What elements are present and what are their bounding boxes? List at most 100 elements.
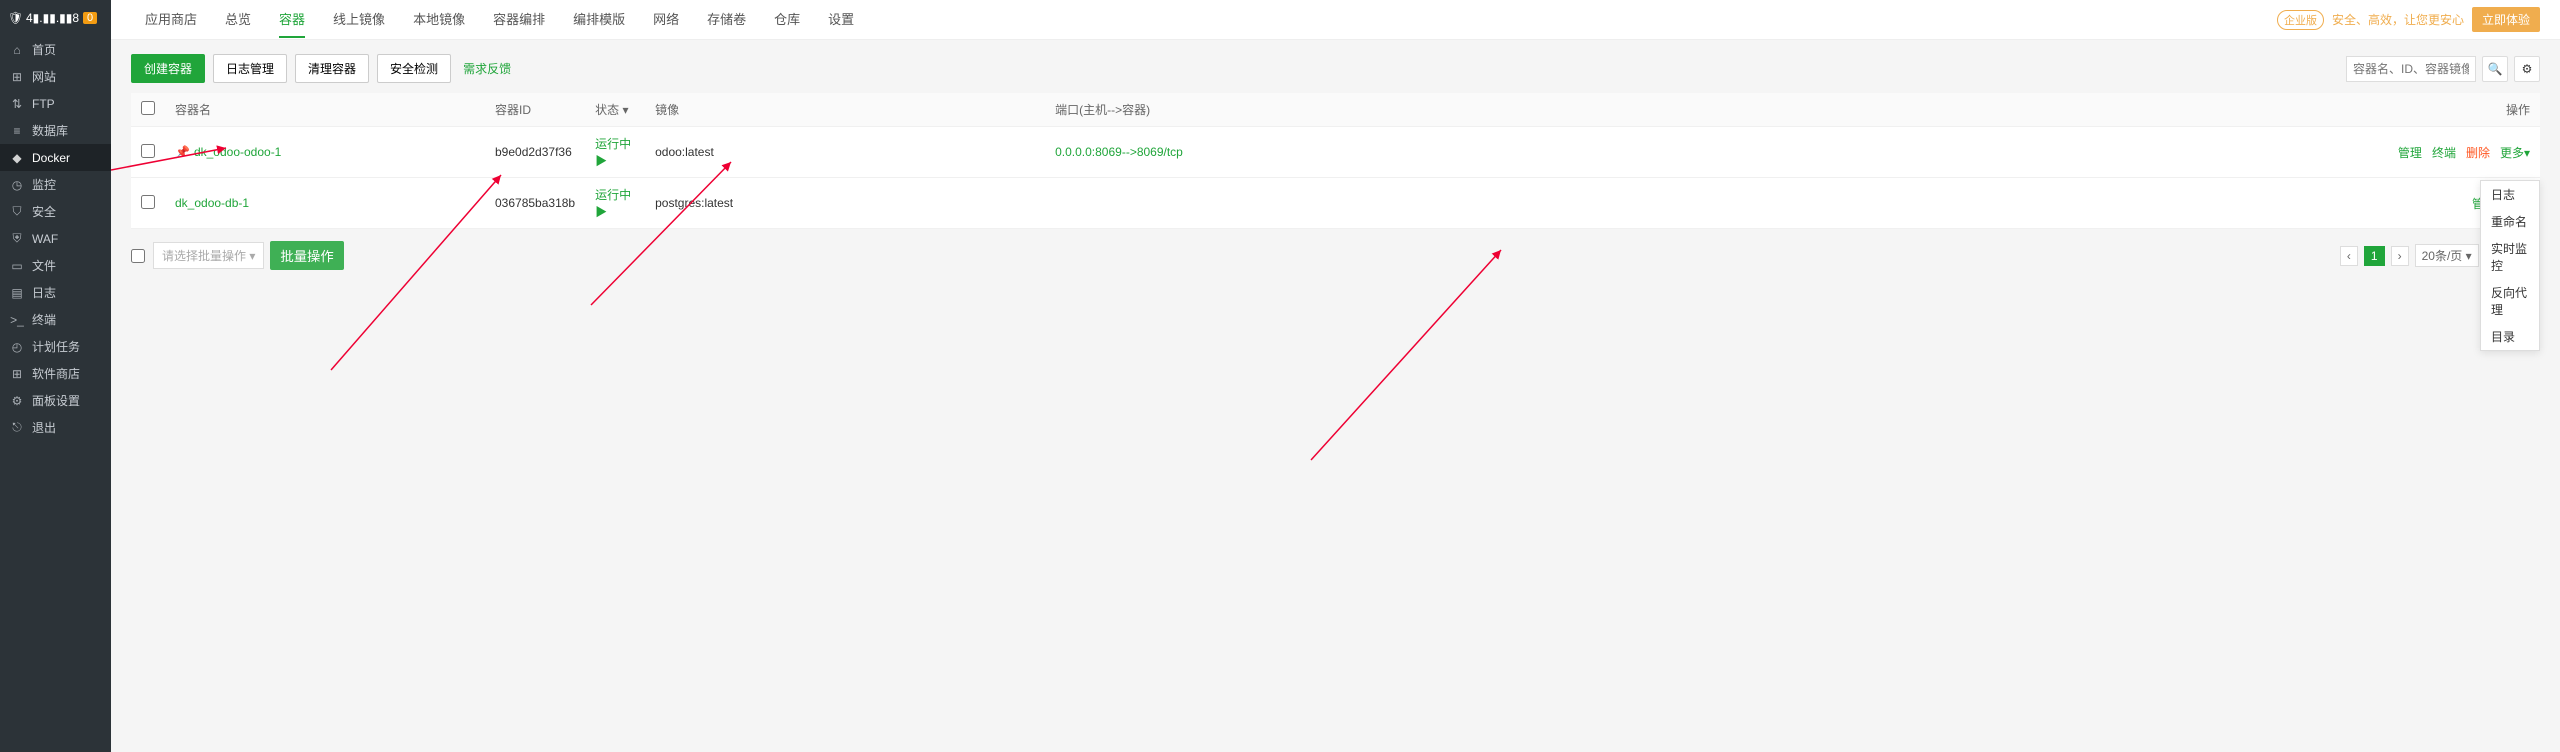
sidebar-item-7[interactable]: ⛨ WAF bbox=[0, 225, 111, 252]
sidebar-label: 首页 bbox=[32, 41, 56, 58]
dropdown-item-1[interactable]: 重命名 bbox=[2481, 208, 2539, 235]
row-checkbox[interactable] bbox=[141, 144, 155, 158]
sidebar-item-2[interactable]: ⇅ FTP bbox=[0, 90, 111, 117]
container-image: odoo:latest bbox=[645, 127, 1045, 178]
sidebar-icon: ◷ bbox=[10, 178, 24, 192]
top-tab-10[interactable]: 设置 bbox=[814, 0, 868, 40]
page-size[interactable]: 20条/页 ▾ bbox=[2415, 244, 2479, 267]
sidebar-label: 面板设置 bbox=[32, 392, 80, 409]
sidebar-item-14[interactable]: ⎋ 退出 bbox=[0, 414, 111, 441]
sidebar-icon: ▤ bbox=[10, 286, 24, 300]
sidebar-label: FTP bbox=[32, 97, 55, 111]
sidebar-item-8[interactable]: ▭文件 bbox=[0, 252, 111, 279]
sidebar-icon: ⚙ bbox=[10, 394, 24, 408]
toolbar: 创建容器 日志管理 清理容器 安全检测 需求反馈 🔍 ⚙ bbox=[131, 54, 2540, 83]
top-tab-4[interactable]: 本地镜像 bbox=[399, 0, 479, 40]
top-tab-3[interactable]: 线上镜像 bbox=[319, 0, 399, 40]
sidebar-label: 退出 bbox=[32, 419, 56, 436]
create-container-button[interactable]: 创建容器 bbox=[131, 54, 205, 83]
sidebar-icon: ≡ bbox=[10, 124, 24, 138]
sidebar-label: 终端 bbox=[32, 311, 56, 328]
table-row: 📌dk_odoo-odoo-1b9e0d2d37f36运行中 ▶odoo:lat… bbox=[131, 127, 2540, 178]
col-id: 容器ID bbox=[485, 93, 585, 127]
col-port: 端口(主机-->容器) bbox=[1045, 93, 2378, 127]
search-button[interactable]: 🔍 bbox=[2482, 56, 2508, 82]
sidebar-item-5[interactable]: ◷监控 bbox=[0, 171, 111, 198]
col-status: 状态 bbox=[595, 103, 619, 117]
log-management-button[interactable]: 日志管理 bbox=[213, 54, 287, 83]
security-check-button[interactable]: 安全检测 bbox=[377, 54, 451, 83]
col-ops: 操作 bbox=[2378, 93, 2540, 127]
dropdown-item-2[interactable]: 实时监控 bbox=[2481, 235, 2539, 279]
row-checkbox[interactable] bbox=[141, 195, 155, 209]
row-op-3[interactable]: 更多▾ bbox=[2500, 146, 2530, 160]
top-tab-1[interactable]: 总览 bbox=[211, 0, 265, 40]
top-tab-9[interactable]: 仓库 bbox=[760, 0, 814, 40]
row-op-2[interactable]: 删除 bbox=[2466, 146, 2490, 160]
top-tab-6[interactable]: 编排模版 bbox=[559, 0, 639, 40]
sidebar-item-11[interactable]: ◴ 计划任务 bbox=[0, 333, 111, 360]
sidebar-icon: ⌂ bbox=[10, 43, 24, 57]
cta-button[interactable]: 立即体验 bbox=[2472, 7, 2540, 32]
sidebar-icon: >_ bbox=[10, 313, 24, 327]
sidebar-item-0[interactable]: ⌂ 首页 bbox=[0, 36, 111, 63]
top-tab-8[interactable]: 存储卷 bbox=[693, 0, 760, 40]
sidebar-icon: ⛨ bbox=[10, 231, 24, 246]
page-next[interactable]: › bbox=[2391, 246, 2409, 266]
top-tab-5[interactable]: 容器编排 bbox=[479, 0, 559, 40]
sidebar-label: 日志 bbox=[32, 284, 56, 301]
container-image: postgres:latest bbox=[645, 178, 1045, 229]
container-name[interactable]: 📌dk_odoo-odoo-1 bbox=[165, 127, 485, 178]
sidebar-label: 计划任务 bbox=[32, 338, 80, 355]
sidebar-icon: ⇅ bbox=[10, 97, 24, 111]
select-all-checkbox[interactable] bbox=[141, 101, 155, 115]
sidebar-item-6[interactable]: ⛉ 安全 bbox=[0, 198, 111, 225]
top-tab-2[interactable]: 容器 bbox=[265, 0, 319, 40]
sidebar-item-3[interactable]: ≡ 数据库 bbox=[0, 117, 111, 144]
page-current[interactable]: 1 bbox=[2364, 246, 2385, 266]
pin-icon: 📌 bbox=[175, 145, 190, 159]
sidebar-item-4[interactable]: ◆ Docker bbox=[0, 144, 111, 171]
sidebar-item-12[interactable]: ⊞软件商店 bbox=[0, 360, 111, 387]
shield-icon: 🛡 bbox=[8, 11, 22, 25]
top-tab-7[interactable]: 网络 bbox=[639, 0, 693, 40]
sidebar-label: 软件商店 bbox=[32, 365, 80, 382]
container-port: 0.0.0.0:8069-->8069/tcp bbox=[1045, 127, 2378, 178]
sidebar-item-9[interactable]: ▤ 日志 bbox=[0, 279, 111, 306]
batch-action-button[interactable]: 批量操作 bbox=[270, 241, 343, 270]
dropdown-item-3[interactable]: 反向代理 bbox=[2481, 279, 2539, 323]
batch-select[interactable]: 请选择批量操作 ▾ bbox=[153, 242, 264, 269]
batch-checkbox[interactable] bbox=[131, 249, 145, 263]
feedback-link[interactable]: 需求反馈 bbox=[463, 60, 511, 77]
page-prev[interactable]: ‹ bbox=[2340, 246, 2358, 266]
settings-button[interactable]: ⚙ bbox=[2514, 56, 2540, 82]
row-op-1[interactable]: 终端 bbox=[2432, 146, 2456, 160]
sidebar-item-13[interactable]: ⚙ 面板设置 bbox=[0, 387, 111, 414]
sidebar-item-1[interactable]: ⊞ 网站 bbox=[0, 63, 111, 90]
sidebar-label: 安全 bbox=[32, 203, 56, 220]
server-ip: 4▮.▮▮.▮▮8 bbox=[26, 11, 79, 25]
sidebar-label: WAF bbox=[32, 232, 58, 246]
sidebar-label: 数据库 bbox=[32, 122, 68, 139]
sidebar-icon: ◆ bbox=[10, 151, 24, 165]
sidebar-icon: ⎋ bbox=[10, 420, 24, 435]
sidebar-item-10[interactable]: >_ 终端 bbox=[0, 306, 111, 333]
top-tab-0[interactable]: 应用商店 bbox=[131, 0, 211, 40]
notification-badge[interactable]: 0 bbox=[83, 12, 97, 24]
sidebar-label: Docker bbox=[32, 151, 70, 165]
sidebar-label: 网站 bbox=[32, 68, 56, 85]
sidebar-icon: ⛉ bbox=[10, 204, 24, 219]
slogan: 安全、高效，让您更安心 bbox=[2332, 11, 2464, 28]
container-name[interactable]: dk_odoo-db-1 bbox=[165, 178, 485, 229]
more-dropdown: 日志重命名实时监控反向代理目录 bbox=[2480, 180, 2540, 351]
search-input[interactable] bbox=[2346, 56, 2476, 82]
clean-container-button[interactable]: 清理容器 bbox=[295, 54, 369, 83]
sidebar-icon: ⊞ bbox=[10, 70, 24, 84]
pro-badge[interactable]: 企业版 bbox=[2277, 10, 2324, 30]
table-row: dk_odoo-db-1036785ba318b运行中 ▶postgres:la… bbox=[131, 178, 2540, 229]
sidebar-icon: ◴ bbox=[10, 340, 24, 354]
sidebar-label: 文件 bbox=[32, 257, 56, 274]
row-op-0[interactable]: 管理 bbox=[2398, 146, 2422, 160]
dropdown-item-0[interactable]: 日志 bbox=[2481, 181, 2539, 208]
dropdown-item-4[interactable]: 目录 bbox=[2481, 323, 2539, 350]
